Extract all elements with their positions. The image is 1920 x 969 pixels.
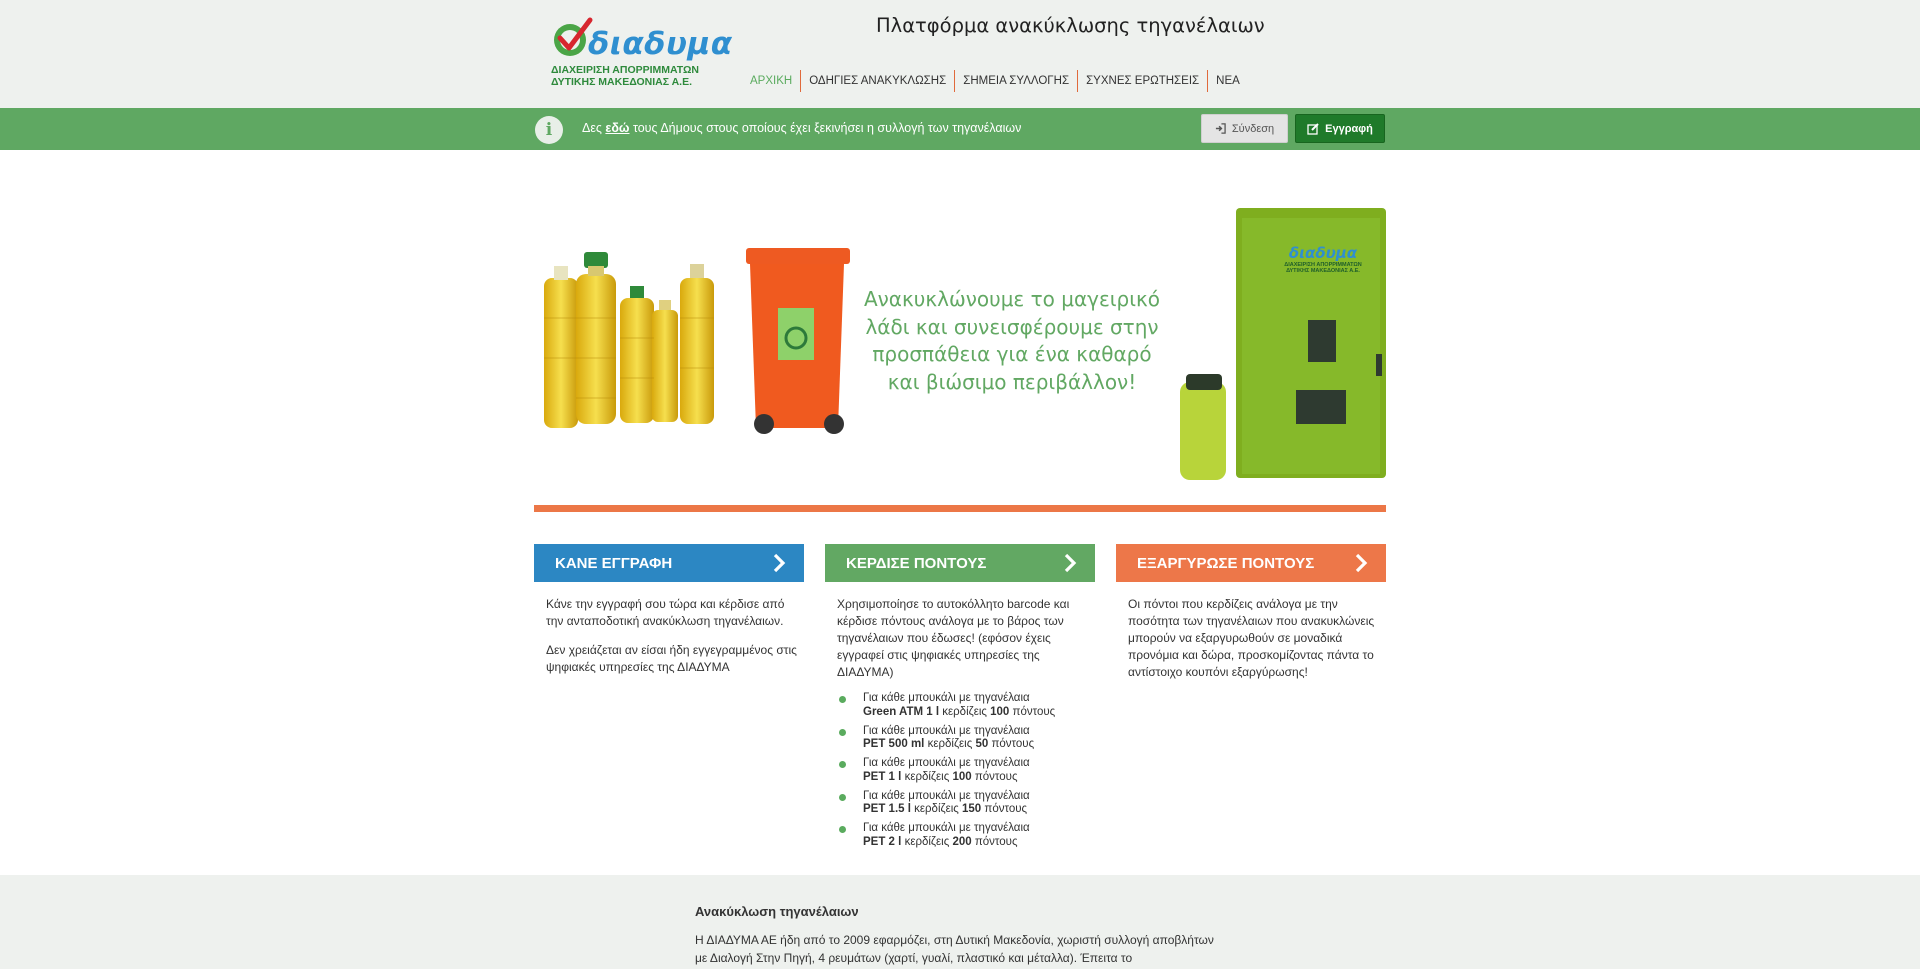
chevron-right-icon bbox=[773, 553, 786, 573]
nav-item-faq[interactable]: ΣΥΧΝΕΣ ΕΡΩΤΗΣΕΙΣ bbox=[1077, 70, 1207, 92]
redeem-points-card-text: Οι πόντοι που κερδίζεις ανάλογα με την π… bbox=[1128, 597, 1375, 679]
logo-subtitle: ΔΙΑΧΕΙΡΙΣΗ ΑΠΟΡΡΙΜΜΑΤΩΝ ΔΥΤΙΚΗΣ ΜΑΚΕΔΟΝΙ… bbox=[551, 64, 699, 88]
nav-item-news[interactable]: ΝΕΑ bbox=[1207, 70, 1248, 92]
earn-points-card-button[interactable]: ΚΕΡΔΙΣΕ ΠΟΝΤΟΥΣ bbox=[825, 544, 1095, 582]
main-nav: ΑΡΧΙΚΗ ΟΔΗΓΙΕΣ ΑΝΑΚΥΚΛΩΣΗΣ ΣΗΜΕΙΑ ΣΥΛΛΟΓ… bbox=[744, 70, 1248, 92]
register-card-button[interactable]: ΚΑΝΕ ΕΓΓΡΑΦΗ bbox=[534, 544, 804, 582]
diadyma-logo[interactable]: διαδυμα ΔΙΑΧΕΙΡΙΣΗ ΑΠΟΡΡΙΜΜΑΤΩΝ ΔΥΤΙΚΗΣ … bbox=[550, 14, 732, 88]
register-card-text: Κάνε την εγγραφή σου τώρα και κέρδισε απ… bbox=[546, 597, 797, 674]
hero-banner: Ανακυκλώνουμε το μαγειρικό λάδι και συνε… bbox=[534, 200, 1386, 490]
about-section: Ανακύκλωση τηγανέλαιων Η ΔΙΑΔΥΜΑ ΑΕ ήδη … bbox=[0, 875, 1920, 969]
nav-item-recycling-guide[interactable]: ΟΔΗΓΙΕΣ ΑΝΑΚΥΚΛΩΣΗΣ bbox=[800, 70, 954, 92]
list-item: Για κάθε μπουκάλι με τηγανέλαια Green ATM… bbox=[837, 692, 1087, 719]
info-message: Δες εδώ τους Δήμους στους οποίους έχει ξ… bbox=[582, 121, 1022, 135]
list-item: Για κάθε μπουκάλι με τηγανέλαια PET 500 m… bbox=[837, 725, 1087, 752]
atm-logo: διαδυμα ΔΙΑΧΕΙΡΙΣΗ ΑΠΟΡΡΙΜΜΑΤΩΝ ΔΥΤΙΚΗΣ … bbox=[1284, 244, 1362, 274]
points-list: Για κάθε μπουκάλι με τηγανέλαια Green ATM… bbox=[837, 692, 1087, 855]
login-button[interactable]: Σύνδεση bbox=[1201, 114, 1288, 143]
nav-item-collection-points[interactable]: ΣΗΜΕΙΑ ΣΥΛΛΟΓΗΣ bbox=[954, 70, 1077, 92]
section-divider bbox=[534, 505, 1386, 512]
chevron-right-icon bbox=[1355, 553, 1368, 573]
info-icon: i bbox=[535, 116, 563, 144]
sign-in-icon bbox=[1215, 123, 1226, 134]
earn-points-card-text: Χρησιμοποίησε το αυτοκόλλητο barcode και… bbox=[837, 597, 1070, 679]
nav-item-home[interactable]: ΑΡΧΙΚΗ bbox=[744, 70, 800, 92]
about-title: Ανακύκλωση τηγανέλαιων bbox=[695, 904, 859, 919]
chevron-right-icon bbox=[1064, 553, 1077, 573]
edit-icon bbox=[1307, 122, 1319, 135]
hero-tagline: Ανακυκλώνουμε το μαγειρικό λάδι και συνε… bbox=[863, 287, 1161, 394]
logo-wordmark: διαδυμα bbox=[588, 26, 733, 62]
page-title: Πλατφόρμα ανακύκλωσης τηγανέλαιων bbox=[876, 14, 1265, 37]
list-item: Για κάθε μπουκάλι με τηγανέλαια PET 2 l κ… bbox=[837, 822, 1087, 849]
info-bar: i Δες εδώ τους Δήμους στους οποίους έχει… bbox=[0, 108, 1920, 150]
orange-recycling-bin-image bbox=[746, 248, 850, 434]
register-button[interactable]: Εγγραφή bbox=[1295, 114, 1385, 143]
municipalities-link[interactable]: εδώ bbox=[605, 121, 629, 135]
site-header: διαδυμα ΔΙΑΧΕΙΡΙΣΗ ΑΠΟΡΡΙΜΜΑΤΩΝ ΔΥΤΙΚΗΣ … bbox=[0, 0, 1920, 108]
oil-bottles-image bbox=[544, 252, 714, 428]
list-item: Για κάθε μπουκάλι με τηγανέλαια PET 1.5 l… bbox=[837, 790, 1087, 817]
list-item: Για κάθε μπουκάλι με τηγανέλαια PET 1 l κ… bbox=[837, 757, 1087, 784]
redeem-points-card-button[interactable]: ΕΞΑΡΓΥΡΩΣΕ ΠΟΝΤΟΥΣ bbox=[1116, 544, 1386, 582]
about-text: Η ΔΙΑΔΥΜΑ ΑΕ ήδη από το 2009 εφαρμόζει, … bbox=[695, 933, 1214, 965]
